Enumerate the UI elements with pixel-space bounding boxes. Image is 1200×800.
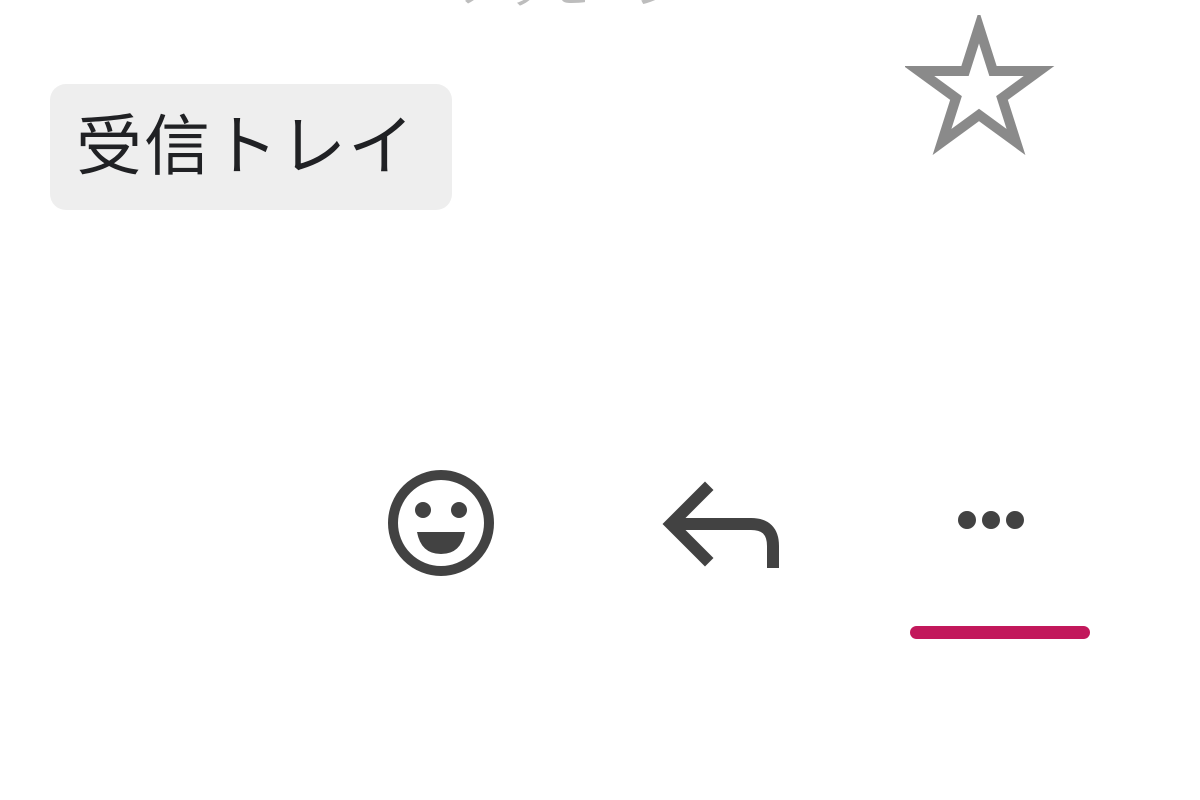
reply-arrow-icon — [662, 481, 779, 568]
more-horizontal-icon — [958, 511, 1024, 529]
smiley-face-icon — [388, 470, 494, 576]
star-outline-icon — [905, 15, 1055, 155]
star-button[interactable] — [900, 10, 1060, 160]
emoji-reaction-button[interactable] — [366, 450, 516, 590]
clipped-header-text: メッセージ — [460, 0, 720, 10]
inbox-label-chip[interactable]: 受信トレイ — [50, 84, 452, 210]
more-options-button[interactable] — [916, 450, 1066, 590]
inbox-label-text: 受信トレイ — [76, 108, 416, 185]
reply-button[interactable] — [644, 450, 794, 590]
active-tab-indicator — [910, 626, 1090, 639]
